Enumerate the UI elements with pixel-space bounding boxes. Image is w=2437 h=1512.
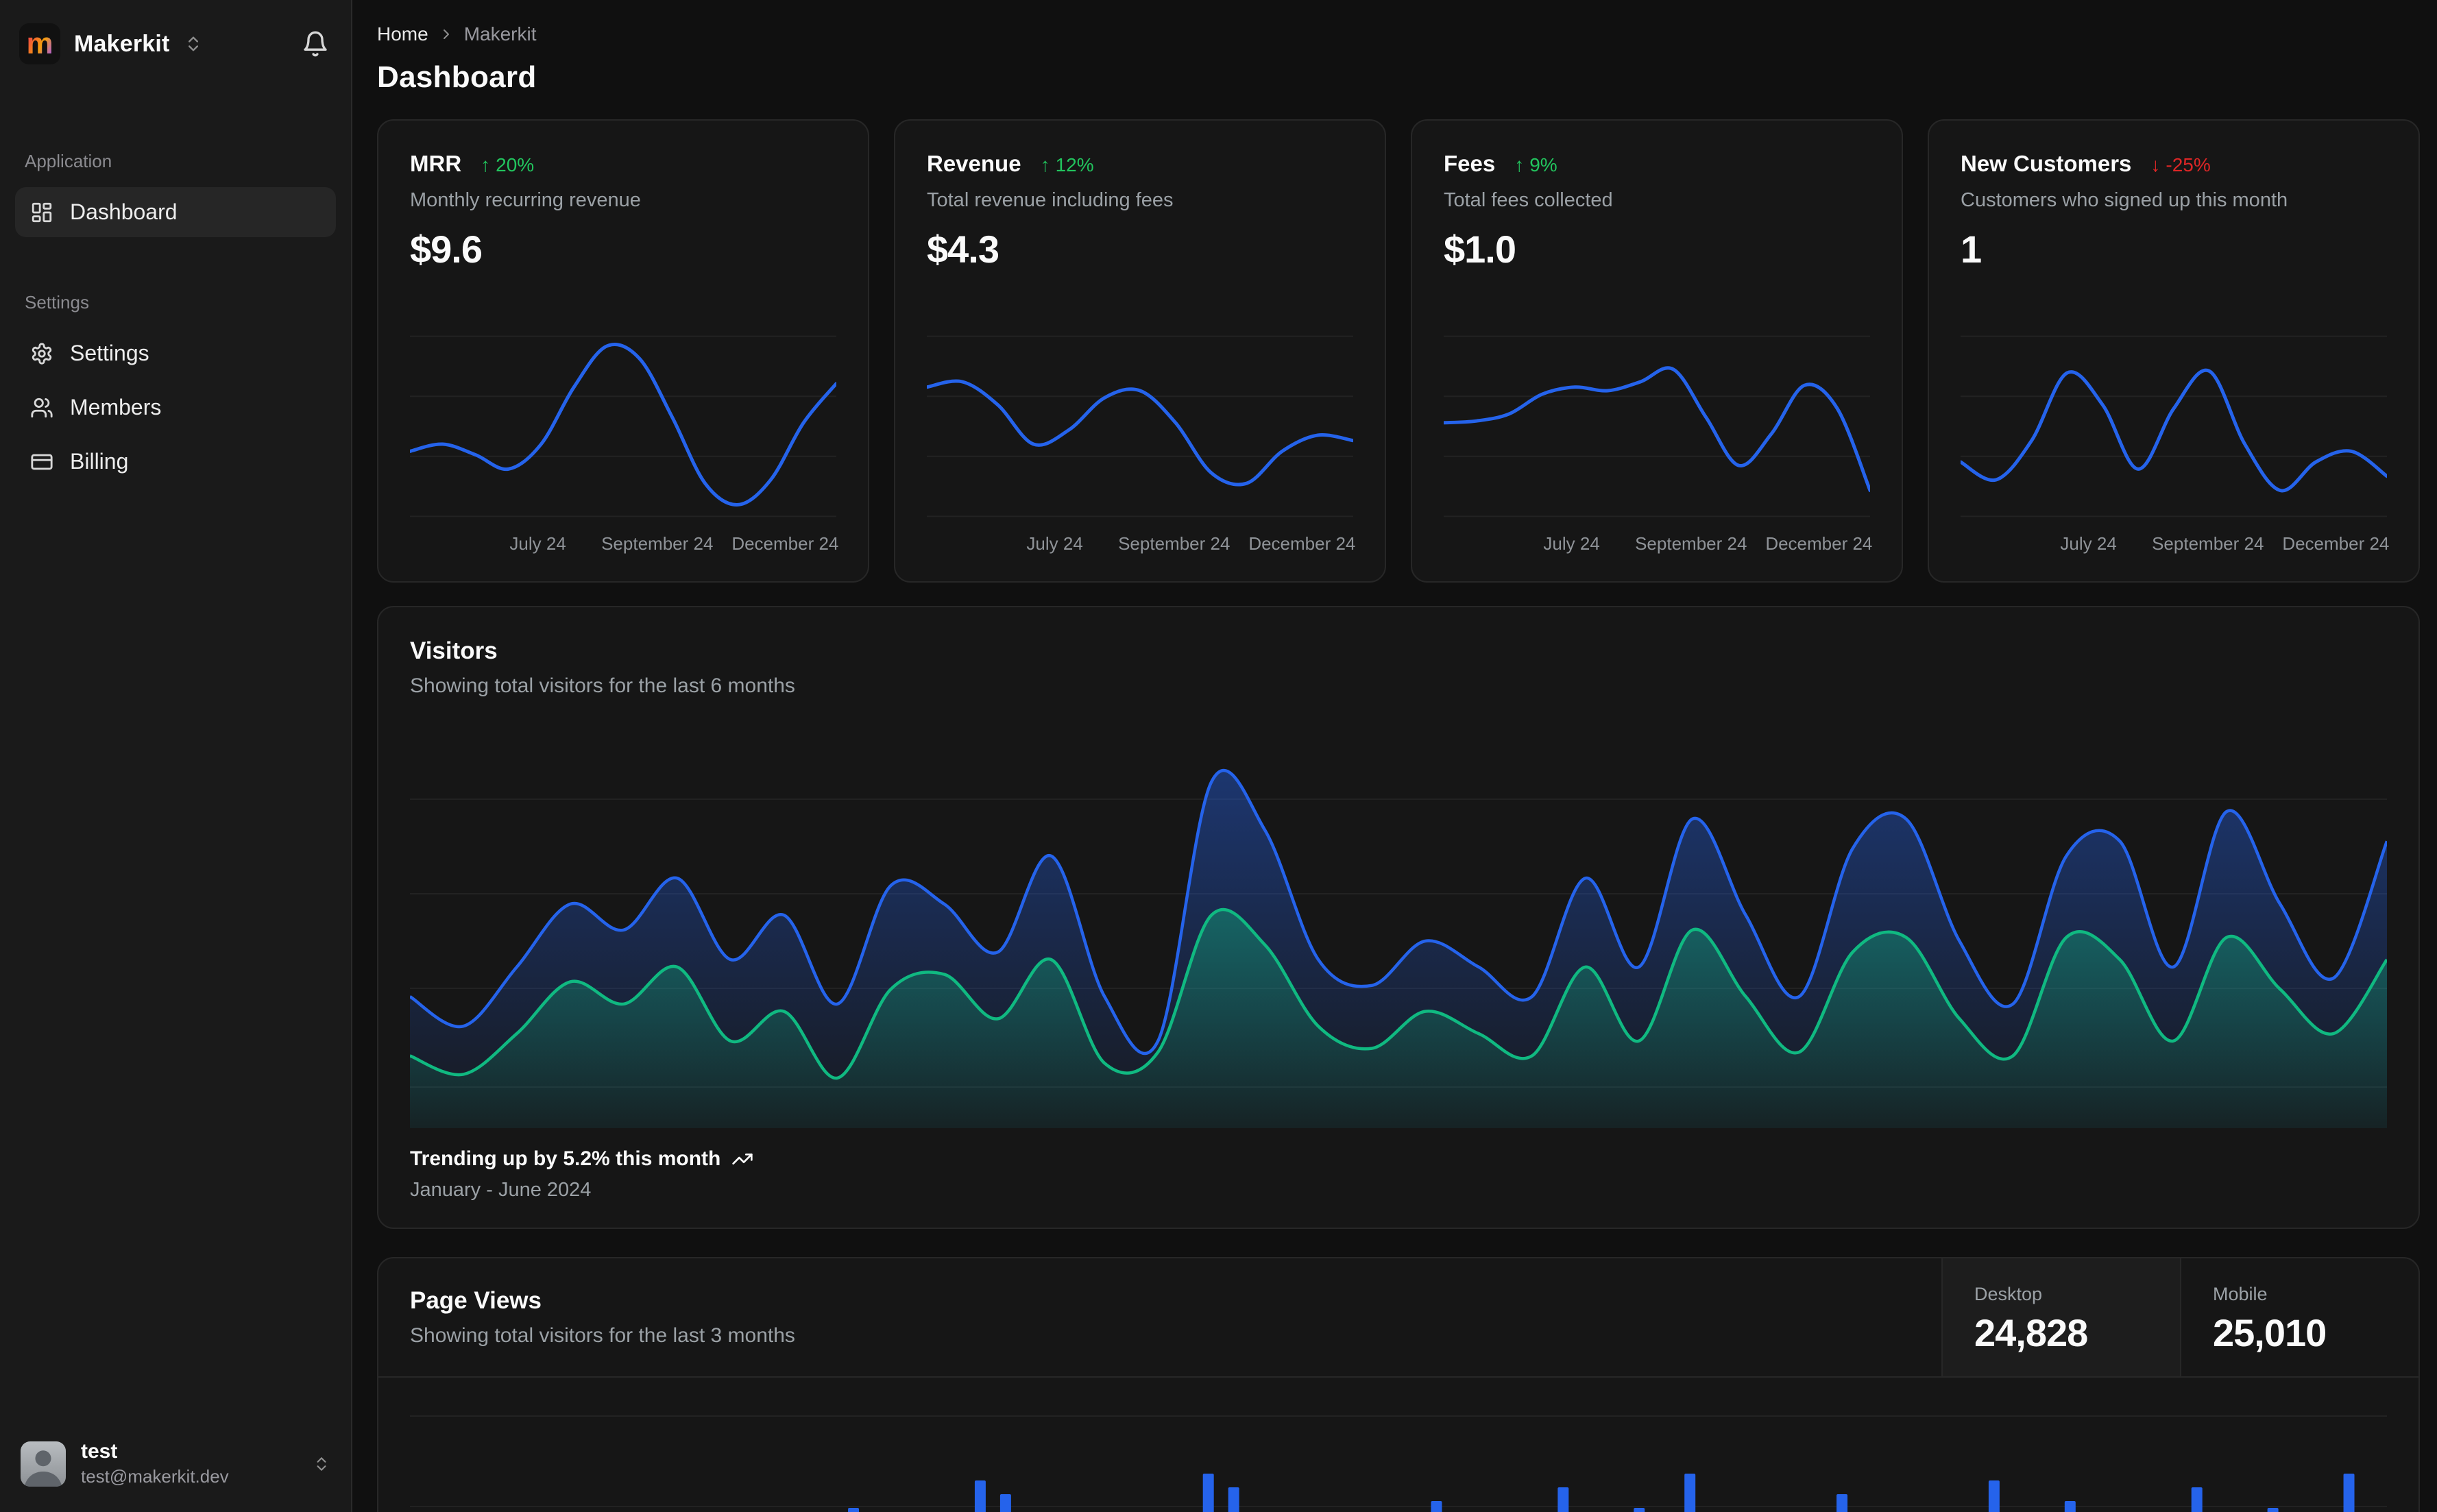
trend-value: -25% <box>2166 154 2211 175</box>
stat-card-fees: Fees ↑ 9% Total fees collected $1.0 July… <box>1411 119 1903 583</box>
visitors-area-chart <box>410 717 2387 1128</box>
tab-desktop[interactable]: Desktop 24,828 <box>1941 1258 2180 1376</box>
visitors-title: Visitors <box>410 637 498 664</box>
dashboard-icon <box>32 202 52 222</box>
arrow-up-icon: ↑ <box>481 154 491 175</box>
trend-badge: ↑ 20% <box>481 154 534 176</box>
x-axis-labels: July 24 September 24 December 24 <box>1026 533 1356 554</box>
breadcrumb-current: Makerkit <box>463 23 537 45</box>
users-icon <box>31 398 53 417</box>
stat-title: Fees <box>1444 151 1496 176</box>
trend-value: 20% <box>496 154 535 175</box>
trend-value: 12% <box>1055 154 1094 175</box>
x-axis-labels: July 24 September 24 December 24 <box>509 533 839 554</box>
stat-description: Monthly recurring revenue <box>410 189 641 211</box>
stat-value: $4.3 <box>927 228 999 271</box>
visitors-subtitle: Showing total visitors for the last 6 mo… <box>410 674 795 697</box>
bell-icon[interactable] <box>302 30 329 58</box>
stat-value: $9.6 <box>410 228 483 271</box>
sidebar-item-settings[interactable]: Settings <box>15 328 336 378</box>
workspace-name[interactable]: Makerkit <box>74 31 170 58</box>
chevrons-up-down-icon <box>317 1456 326 1471</box>
tab-value: 24,828 <box>1974 1311 2088 1354</box>
stat-title: New Customers <box>1961 151 2132 176</box>
sidebar-item-label: Members <box>70 395 162 419</box>
arrow-up-icon: ↑ <box>1514 154 1525 175</box>
revenue-sparkline-chart <box>927 326 1353 526</box>
breadcrumb-home-link[interactable]: Home <box>377 23 428 45</box>
breadcrumb: Home Makerkit <box>377 23 2420 45</box>
gear-icon <box>32 342 52 365</box>
tab-mobile[interactable]: Mobile 25,010 <box>2180 1258 2418 1376</box>
page-views-card: Page Views Showing total visitors for th… <box>377 1257 2420 1512</box>
fees-sparkline-chart <box>1444 326 1870 526</box>
stat-value: $1.0 <box>1444 228 1516 271</box>
sidebar-item-members[interactable]: Members <box>15 382 336 432</box>
section-label-application: Application <box>25 151 112 171</box>
user-email: test@makerkit.dev <box>81 1466 229 1487</box>
sidebar-item-billing[interactable]: Billing <box>15 437 336 487</box>
x-axis-labels: July 24 September 24 December 24 <box>2060 533 2390 554</box>
trend-badge: ↓ -25% <box>2150 154 2210 176</box>
arrow-up-icon: ↑ <box>1040 154 1050 175</box>
page-title: Dashboard <box>377 60 537 94</box>
trend-badge: ↑ 12% <box>1041 154 1094 176</box>
trend-badge: ↑ 9% <box>1514 154 1557 176</box>
credit-card-icon <box>31 454 53 470</box>
stat-title: Revenue <box>927 151 1021 176</box>
stat-value: 1 <box>1961 228 1982 271</box>
stat-description: Total revenue including fees <box>927 189 1174 211</box>
trend-value: 9% <box>1529 154 1557 175</box>
stat-title: MRR <box>410 151 462 176</box>
stat-description: Customers who signed up this month <box>1961 189 2288 211</box>
sidebar-item-dashboard[interactable]: Dashboard <box>15 187 336 237</box>
makerkit-logo: m <box>19 23 60 64</box>
tab-label: Desktop <box>1974 1284 2043 1304</box>
sidebar: m Makerkit Application Dashboard Setting… <box>0 0 352 1512</box>
page-views-title: Page Views <box>410 1287 542 1314</box>
page-views-bar-chart <box>410 1378 2387 1512</box>
section-label-settings: Settings <box>25 292 89 313</box>
stat-card-revenue: Revenue ↑ 12% Total revenue including fe… <box>894 119 1386 583</box>
tab-value: 25,010 <box>2213 1311 2327 1354</box>
page-views-subtitle: Showing total visitors for the last 3 mo… <box>410 1324 795 1347</box>
mrr-sparkline-chart <box>410 326 836 526</box>
main-content: Home Makerkit Dashboard MRR ↑ 20% Monthl… <box>354 0 2437 1512</box>
visitors-footer-muted: January - June 2024 <box>410 1179 592 1201</box>
avatar <box>21 1441 66 1487</box>
chevron-right-icon <box>443 29 449 39</box>
new-customers-sparkline-chart <box>1961 326 2387 526</box>
x-axis-labels: July 24 September 24 December 24 <box>1543 533 1873 554</box>
visitors-card: Visitors Showing total visitors for the … <box>377 606 2420 1229</box>
user-name: test <box>81 1440 118 1463</box>
user-menu[interactable]: test test@makerkit.dev <box>15 1433 336 1494</box>
arrow-down-icon: ↓ <box>2150 154 2161 175</box>
chevrons-up-down-icon[interactable] <box>184 34 203 53</box>
tab-label: Mobile <box>2213 1284 2268 1304</box>
stat-card-mrr: MRR ↑ 20% Monthly recurring revenue $9.6… <box>377 119 869 583</box>
stat-description: Total fees collected <box>1444 189 1613 211</box>
trending-up-icon <box>732 1154 753 1165</box>
stat-cards-row: MRR ↑ 20% Monthly recurring revenue $9.6… <box>377 119 2420 583</box>
visitors-footer-bold: Trending up by 5.2% this month <box>410 1147 721 1170</box>
sidebar-item-label: Dashboard <box>70 199 178 224</box>
sidebar-item-label: Billing <box>70 449 129 474</box>
sidebar-item-label: Settings <box>70 341 149 365</box>
stat-card-new-customers: New Customers ↓ -25% Customers who signe… <box>1928 119 2420 583</box>
